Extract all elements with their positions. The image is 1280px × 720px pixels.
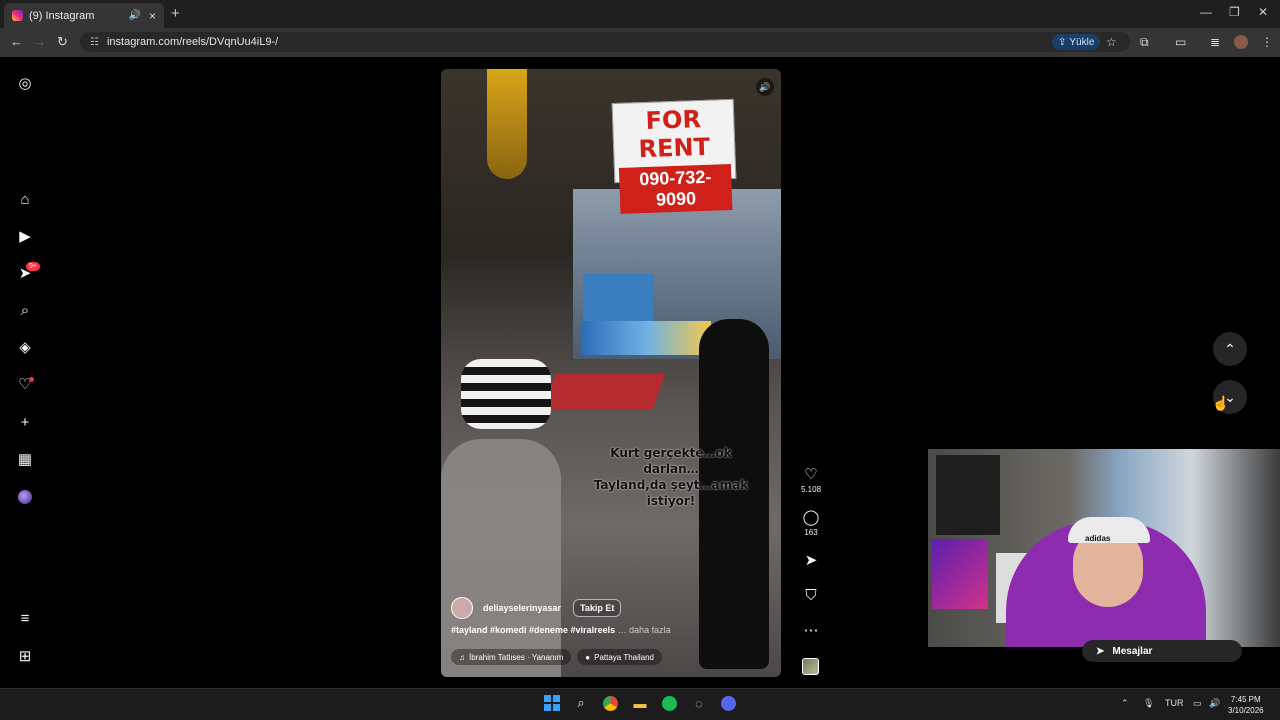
hashtags[interactable]: #tayland #komedi #deneme #viralreels <box>451 625 615 635</box>
new-tab-button[interactable]: + <box>171 5 180 22</box>
file-explorer-icon[interactable]: ▬ <box>631 694 649 712</box>
minimize-button[interactable]: — <box>1200 5 1212 19</box>
home-icon[interactable]: ⌂ <box>16 190 34 208</box>
browser-tab-instagram[interactable]: (9) Instagram 🔊 × <box>4 3 164 28</box>
tray-overflow-icon[interactable]: ⌃ <box>1121 698 1129 709</box>
reel-caption: #tayland #komedi #deneme #viralreels … d… <box>451 625 671 635</box>
comment-icon[interactable]: ◯ <box>801 510 821 526</box>
restore-button[interactable]: ❐ <box>1229 5 1240 19</box>
stall-banner <box>583 274 653 324</box>
spotify-icon[interactable] <box>660 694 678 712</box>
messages-badge: 9+ <box>26 262 40 271</box>
bookmark-star-icon[interactable]: ☆ <box>1106 35 1117 49</box>
profile-icon[interactable] <box>16 488 34 506</box>
tab-title: (9) Instagram <box>29 9 95 22</box>
back-icon[interactable]: ← <box>10 34 23 49</box>
reels-icon[interactable]: ▶ <box>16 227 34 245</box>
like-count: 5.108 <box>801 485 822 494</box>
browser-tab-strip: (9) Instagram 🔊 × + — ❐ ✕ <box>0 0 1280 28</box>
system-clock[interactable]: 7:45 PM 3/10/2026 <box>1228 694 1264 716</box>
dashboard-icon[interactable]: ▦ <box>16 450 34 468</box>
url-text: instagram.com/reels/DVqnUu4iL9-/ <box>106 36 279 48</box>
browser-menu-icon[interactable]: ⋮ <box>1261 35 1273 49</box>
stall-front <box>581 321 711 355</box>
more-icon[interactable]: ≡ <box>16 609 34 627</box>
sound-toggle-icon[interactable]: 🔊 <box>756 78 774 96</box>
share-icon[interactable]: ➤ <box>801 553 821 569</box>
language-indicator[interactable]: TUR <box>1165 698 1184 708</box>
reload-icon[interactable]: ↻ <box>57 34 68 50</box>
location-chip[interactable]: ● Pattaya Thailand <box>577 649 663 665</box>
discord-icon[interactable] <box>719 694 737 712</box>
explore-icon[interactable]: ◈ <box>16 338 34 356</box>
messages-label: Mesajlar <box>1112 645 1153 657</box>
comment-action[interactable]: ◯ 163 <box>801 510 821 538</box>
messages-bar-icon: ➤ <box>1096 645 1105 657</box>
video-caption-overlay: Kurt gerçekte…ok darlan… Tayland,da şeyt… <box>593 446 749 508</box>
wall-poster <box>932 539 988 609</box>
audio-chip[interactable]: ♫ İbrahim Tatlıses · Yananım <box>451 649 572 665</box>
also-from-meta-icon[interactable]: ⊞ <box>16 647 34 665</box>
like-action[interactable]: ♡ 5.108 <box>801 467 822 495</box>
audio-thumbnail[interactable] <box>802 658 819 675</box>
search-icon[interactable]: ⌕ <box>16 301 34 319</box>
extensions-icon[interactable]: ⧉ <box>1140 35 1149 50</box>
comment-count: 163 <box>804 528 818 537</box>
app-icon[interactable]: ◌ <box>690 694 708 712</box>
site-info-icon[interactable]: ☷ <box>90 37 99 48</box>
close-window-button[interactable]: ✕ <box>1258 5 1268 19</box>
author-username[interactable]: deliayselerinyasar <box>483 603 561 613</box>
bookmark-icon[interactable]: ⛉ <box>801 588 821 604</box>
reel-meta-row: ♫ İbrahim Tatlıses · Yananım ● Pattaya Tha… <box>451 649 663 665</box>
profile-avatar[interactable] <box>1234 35 1248 49</box>
network-icon[interactable]: ▭ <box>1193 698 1202 709</box>
instagram-logo-icon[interactable]: ◎ <box>16 74 34 92</box>
ellipsis-icon[interactable]: ⋯ <box>801 623 821 639</box>
create-icon[interactable]: + <box>16 413 34 431</box>
red-carpet <box>542 374 666 409</box>
save-action[interactable]: ⛉ <box>801 588 821 604</box>
chrome-icon[interactable] <box>601 694 619 712</box>
reel-author-row: deliayselerinyasar Takip Et <box>451 597 622 619</box>
yellow-arch <box>487 69 527 179</box>
previous-reel-button[interactable]: ⌃ <box>1213 332 1247 366</box>
location-pin-icon: ● <box>585 652 591 662</box>
bystander <box>441 439 561 677</box>
notification-dot <box>29 377 34 382</box>
reel-video[interactable]: FOR RENT 090-732-9090 Kurt gerçekte…ok d… <box>441 69 781 677</box>
instagram-favicon-icon <box>12 10 23 21</box>
speaker-icon[interactable]: 🔊 <box>129 10 141 21</box>
webcam-overlay: adidas <box>928 449 1280 647</box>
author-avatar[interactable] <box>451 597 473 619</box>
address-bar[interactable]: ☷ instagram.com/reels/DVqnUu4iL9-/ <box>80 32 1130 52</box>
more-link[interactable]: … daha fazla <box>618 625 671 635</box>
chevron-up-icon: ⌃ <box>1224 340 1236 357</box>
instagram-sidebar: ◎ ⌂ ▶ ➤ ⌕ ◈ ♡ + ▦ ≡ ⊞ <box>0 57 48 688</box>
media-controls-icon[interactable]: ≣ <box>1210 35 1220 49</box>
cap-logo: adidas <box>1085 534 1111 543</box>
hand-cursor-icon: ☝ <box>1212 395 1230 411</box>
music-note-icon: ♫ <box>459 652 465 662</box>
close-tab-icon[interactable]: × <box>149 9 156 23</box>
split-view-icon[interactable]: ▭ <box>1175 35 1186 49</box>
upload-icon: ⇪ <box>1058 36 1067 48</box>
windows-start-icon[interactable] <box>543 694 561 712</box>
for-rent-sign: FOR RENT 090-732-9090 <box>611 98 737 214</box>
upload-button[interactable]: ⇪ Yükle <box>1052 34 1101 50</box>
messages-bar[interactable]: ➤ Mesajlar <box>1082 640 1242 662</box>
forward-icon[interactable]: → <box>33 34 46 49</box>
wall-poster <box>936 455 1000 535</box>
taskbar-search-icon[interactable]: ⌕ <box>572 694 590 712</box>
striped-shirt-man <box>461 359 551 429</box>
volume-icon[interactable]: 🔊 <box>1209 698 1220 709</box>
follow-button[interactable]: Takip Et <box>573 599 622 617</box>
heart-icon[interactable]: ♡ <box>801 467 821 483</box>
share-action[interactable]: ➤ <box>801 553 821 569</box>
more-options[interactable]: ⋯ <box>801 623 821 639</box>
microphone-icon[interactable]: 🎙 <box>1143 698 1154 709</box>
